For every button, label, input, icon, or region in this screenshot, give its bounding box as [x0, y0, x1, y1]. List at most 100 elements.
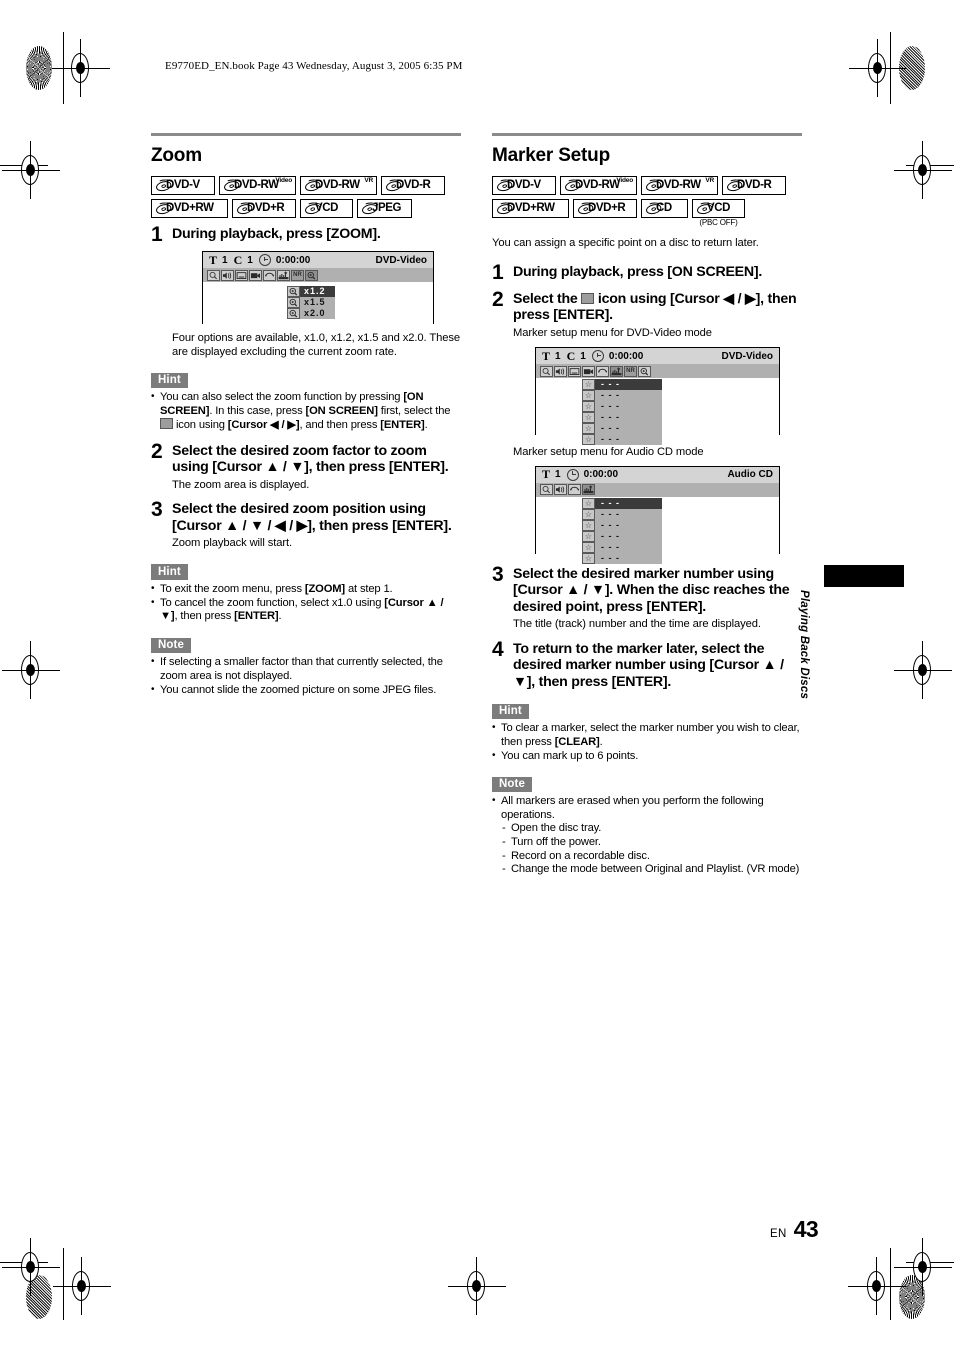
hint-bullets: You can also select the zoom function by…: [151, 390, 461, 433]
osd-menu-row[interactable]: x2.0: [287, 308, 335, 319]
step-text: Select the desired zoom position using […: [172, 501, 452, 534]
disc-badge-wrapper: DVD-R: [722, 176, 786, 195]
osd-caption-audio-cd: Marker setup menu for Audio CD mode: [513, 446, 704, 458]
trim-line-left-bottom: [63, 1248, 65, 1320]
osd-menu-row[interactable]: ☆ - - -: [582, 552, 662, 564]
osd-menu-row[interactable]: x1.5: [287, 297, 335, 308]
disc-badge-dvd-v: DVD-V: [151, 176, 215, 195]
disc-badge-wrapper: DVD-V: [151, 176, 215, 195]
audio-icon: [554, 365, 567, 377]
note-bullets: All markers are erased when you perform …: [492, 794, 802, 877]
osd-menu-value: - - -: [601, 530, 620, 541]
repeat-icon: [596, 365, 609, 377]
osd-time: 0:00:00: [583, 469, 619, 480]
step-text: Select the desired zoom factor to zoom u…: [172, 442, 449, 476]
bullet-item: All markers are erased when you perform …: [492, 794, 802, 877]
disc-badge-jpeg: JPEG: [357, 199, 412, 218]
osd-chapter-value: 1: [580, 350, 586, 362]
step-text: During playback, press [ZOOM].: [172, 226, 381, 242]
osd-menu-value: x1.2: [300, 286, 335, 297]
note-dash-list: Open the disc tray.Turn off the power.Re…: [501, 822, 802, 876]
osd-menu-value: - - -: [601, 390, 620, 400]
disc-badge-label: DVD+RW: [166, 201, 214, 214]
star-icon: ☆: [582, 530, 595, 542]
bullet-item: You cannot slide the zoomed picture on s…: [151, 683, 461, 698]
osd-menu-row[interactable]: ☆ - - -: [582, 508, 662, 520]
osd-menu-row[interactable]: ☆ - - -: [582, 434, 662, 445]
disc-badge-label: CD: [656, 201, 672, 214]
zoom-icon: [287, 286, 300, 297]
disc-badge-wrapper: DVD-RW VR: [300, 176, 377, 195]
disc-badge-wrapper: DVD+RW: [151, 199, 228, 218]
clock-icon: [258, 254, 271, 266]
dash-item: Turn off the power.: [501, 836, 802, 850]
intro-text-right: You can assign a specific point on a dis…: [492, 237, 759, 249]
step-number: 3: [492, 562, 504, 586]
osd-menu-row[interactable]: ☆ - - -: [582, 530, 662, 542]
osd-menu-row[interactable]: x1.2: [287, 286, 335, 297]
registration-mark-bottom-left-inner: [53, 1257, 111, 1315]
zoom-icon: [305, 269, 318, 281]
registration-mark-mid-right: [894, 141, 952, 199]
step-3-right: 3 Select the desired marker number using…: [492, 562, 802, 632]
osd-menu-row[interactable]: ☆ - - -: [582, 412, 662, 423]
osd-status-bar: T 1 C 1 0:00:00 DVD-Video: [536, 348, 779, 364]
osd-menu-row[interactable]: ☆ - - -: [582, 379, 662, 390]
side-tab-block: [824, 565, 904, 587]
star-icon: ☆: [582, 390, 595, 401]
osd-menu-row[interactable]: ☆ - - -: [582, 497, 662, 509]
osd-marker-menu: ☆ - - - ☆ - - - ☆ - - - ☆ - - - ☆ - - - ☆ - - -: [582, 497, 662, 564]
osd-menu-row[interactable]: ☆ - - -: [582, 423, 662, 434]
step-number: 2: [151, 439, 163, 463]
osd-status-bar: T 1 C 1 0:00:00 DVD-Video: [203, 252, 433, 268]
osd-screenshot-marker-dvd: T 1 C 1 0:00:00 DVD-Video NR ☆ - - - ☆ - - …: [535, 347, 780, 445]
density-patch-top-left: [26, 46, 52, 90]
step-1-left: 1 During playback, press [ZOOM].: [151, 224, 461, 245]
note-bullets: If selecting a smaller factor than that …: [151, 655, 461, 698]
note-tag: Note: [492, 776, 532, 793]
hint-tag: Hint: [151, 564, 188, 580]
disc-badge-dvd-r: DVD-R: [381, 176, 445, 195]
osd-menu-value: - - -: [601, 412, 620, 422]
osd-icon-bar: [536, 482, 779, 497]
note-block-right: Note All markers are erased when you per…: [492, 774, 802, 877]
step-1-right: 1 During playback, press [ON SCREEN].: [492, 262, 802, 283]
osd-menu-value: - - -: [601, 508, 620, 519]
osd-menu-value: - - -: [595, 379, 662, 390]
osd-menu-value: - - -: [601, 552, 620, 563]
registration-mark-bottom-right: [894, 1238, 952, 1296]
step-subtext: The zoom area is displayed.: [172, 478, 310, 491]
zoom-icon: [160, 418, 173, 430]
disc-badge-wrapper: VCD: [300, 199, 353, 218]
note-block-left: Note If selecting a smaller factor than …: [151, 635, 461, 697]
star-icon: ☆: [582, 497, 595, 509]
osd-disc-type: DVD-Video: [721, 350, 774, 362]
osd-menu-row[interactable]: ☆ - - -: [582, 390, 662, 401]
star-icon: ☆: [582, 519, 595, 531]
bullet-item: To cancel the zoom function, select x1.0…: [151, 596, 461, 624]
osd-caption-left: Four options are available, x1.0, x1.2, …: [172, 332, 460, 358]
osd-title-label: T: [542, 467, 551, 481]
subtitle-icon: [235, 269, 248, 281]
step-number: 2: [492, 287, 504, 311]
step-2-right: 2 Select the icon using [Cursor ◀ / ▶], …: [492, 287, 802, 341]
osd-screenshot-zoom: T 1 C 1 0:00:00 DVD-Video NR x1.2 x1.5 x2.…: [202, 251, 434, 325]
osd-icon-bar: NR: [536, 364, 779, 378]
zoom-icon: [638, 365, 651, 377]
disc-badges-row-1-right: DVD-V DVD-RW Video DVD-RW VR DVD-R: [492, 176, 802, 195]
osd-menu-row[interactable]: ☆ - - -: [582, 401, 662, 412]
disc-badge-dvd-r: DVD+R: [232, 199, 296, 218]
osd-chapter-value: 1: [247, 254, 253, 266]
osd-menu-value: x2.0: [304, 308, 326, 318]
disc-badge-label: DVD-RW: [575, 178, 620, 191]
osd-title-value: 1: [222, 254, 228, 266]
disc-badges-row-2-right: DVD+RW DVD+R CD VCD (PBC OFF): [492, 199, 802, 227]
disc-badge-label: DVD-RW: [234, 178, 279, 191]
osd-menu-row[interactable]: ☆ - - -: [582, 541, 662, 553]
osd-menu-row[interactable]: ☆ - - -: [582, 519, 662, 531]
hint-tag: Hint: [492, 703, 529, 719]
disc-badge-wrapper: DVD-R: [381, 176, 445, 195]
disc-badge-label: DVD-V: [166, 178, 200, 191]
clock-icon: [566, 468, 579, 481]
step-text-before: Select the: [513, 290, 582, 307]
